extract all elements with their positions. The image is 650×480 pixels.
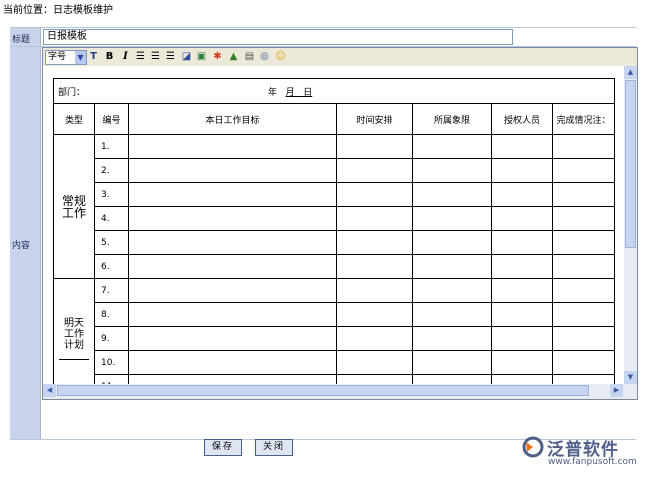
editor-document[interactable]: 部门： 年 月 日 类型 编号 本日工作目标 时间安排 所属象限 授权人员 完成… (43, 66, 624, 384)
brand-url: www.fanpusoft.com (548, 457, 637, 467)
header-schedule: 时间安排 (336, 103, 413, 135)
table-row: 2. (54, 158, 615, 183)
brand-logo: 泛普软件 www.fanpusoft.com (520, 434, 645, 474)
row-number: 5. (94, 230, 129, 255)
smiley-icon[interactable]: ☺ (274, 50, 287, 63)
daily-log-table: 部门： 年 月 日 类型 编号 本日工作目标 时间安排 所属象限 授权人员 完成… (53, 78, 615, 384)
horizontal-scrollbar[interactable]: ◀ ▶ (43, 384, 637, 398)
title-label: 标题 (12, 35, 31, 45)
table-row: 10. (54, 350, 615, 375)
font-size-label: 字号 (48, 52, 67, 62)
close-button[interactable]: 关闭 (255, 439, 293, 456)
header-number: 编号 (94, 103, 129, 135)
save-button[interactable]: 保存 (204, 439, 242, 456)
align-center-icon[interactable]: ☰ (149, 50, 162, 63)
chevron-down-icon[interactable]: ▼ (75, 51, 86, 64)
row-number: 6. (94, 254, 129, 279)
category-routine: 常规工作 (62, 193, 87, 220)
table-row: 9. (54, 326, 615, 351)
category-routine-cell: 常规工作 (53, 134, 95, 279)
table-row: 6. (54, 254, 615, 279)
header-completion: 完成情况注： (552, 103, 615, 135)
row-number: 11. (94, 374, 129, 384)
category-plan-cell: 明天工作计划 (53, 278, 95, 384)
row-number: 1. (94, 134, 129, 159)
category-plan: 明天工作计划 (64, 317, 84, 351)
text-color-icon[interactable]: T (87, 50, 100, 63)
table-row: 8. (54, 302, 615, 327)
horizontal-scroll-thumb[interactable] (57, 385, 589, 396)
table-header-row: 类型 编号 本日工作目标 时间安排 所属象限 授权人员 完成情况注： (53, 103, 615, 135)
insert-flash-icon[interactable]: ✱ (211, 50, 224, 63)
content-label: 内容 (12, 241, 31, 251)
row-number: 9. (94, 326, 129, 351)
row-number: 4. (94, 206, 129, 231)
row-number: 10. (94, 350, 129, 375)
scroll-up-icon[interactable]: ▲ (624, 66, 637, 79)
label-column: 标题 内容 (10, 28, 41, 439)
dept-date-cell: 部门： 年 月 日 (53, 78, 615, 104)
insert-media-icon[interactable]: ▤ (243, 50, 256, 63)
breadcrumb: 当前位置：日志模板维护 (3, 5, 113, 16)
header-quadrant: 所属象限 (412, 103, 492, 135)
insert-image-icon[interactable]: ▣ (195, 50, 208, 63)
date-label: 年 月 日 (268, 88, 313, 98)
table-row: 3. (54, 182, 615, 207)
table-row: 常规工作 1. (53, 134, 615, 279)
table-row: 明天工作计划 7. (53, 278, 615, 384)
dept-label: 部门： (58, 88, 86, 98)
bold-icon[interactable]: B (103, 50, 116, 63)
row-number: 7. (94, 278, 129, 303)
rich-text-editor[interactable]: 字号 ▼ T B I ☰ ☰ ☰ ◪ ▣ ✱ ▲ ▤ ◎ ☺ 部门： 年 月 日… (42, 47, 638, 400)
table-row: 11. (54, 374, 615, 384)
header-goal: 本日工作目标 (128, 103, 337, 135)
insert-emoji-map-icon[interactable]: ▲ (227, 50, 240, 63)
italic-icon[interactable]: I (119, 50, 132, 63)
align-right-icon[interactable]: ☰ (164, 50, 177, 63)
underline-mark (59, 358, 89, 360)
header-authorized: 授权人员 (491, 103, 553, 135)
row-number: 3. (94, 182, 129, 207)
fanpu-logo-icon (522, 436, 544, 458)
scroll-left-icon[interactable]: ◀ (43, 384, 56, 397)
scroll-down-icon[interactable]: ▼ (624, 371, 637, 384)
insert-special-icon[interactable]: ◎ (258, 50, 271, 63)
vertical-scrollbar[interactable]: ▲ ▼ (624, 66, 637, 384)
table-row: 4. (54, 206, 615, 231)
table-row: 5. (54, 230, 615, 255)
header-type: 类型 (53, 103, 95, 135)
row-number: 2. (94, 158, 129, 183)
title-input[interactable]: 日报模板 (43, 29, 513, 45)
scroll-right-icon[interactable]: ▶ (610, 384, 623, 397)
row-number: 8. (94, 302, 129, 327)
insert-link-icon[interactable]: ◪ (180, 50, 193, 63)
font-size-select[interactable]: 字号 ▼ (45, 50, 87, 65)
vertical-scroll-thumb[interactable] (625, 80, 636, 248)
align-left-icon[interactable]: ☰ (134, 50, 147, 63)
editor-toolbar: 字号 ▼ T B I ☰ ☰ ☰ ◪ ▣ ✱ ▲ ▤ ◎ ☺ (43, 48, 637, 66)
